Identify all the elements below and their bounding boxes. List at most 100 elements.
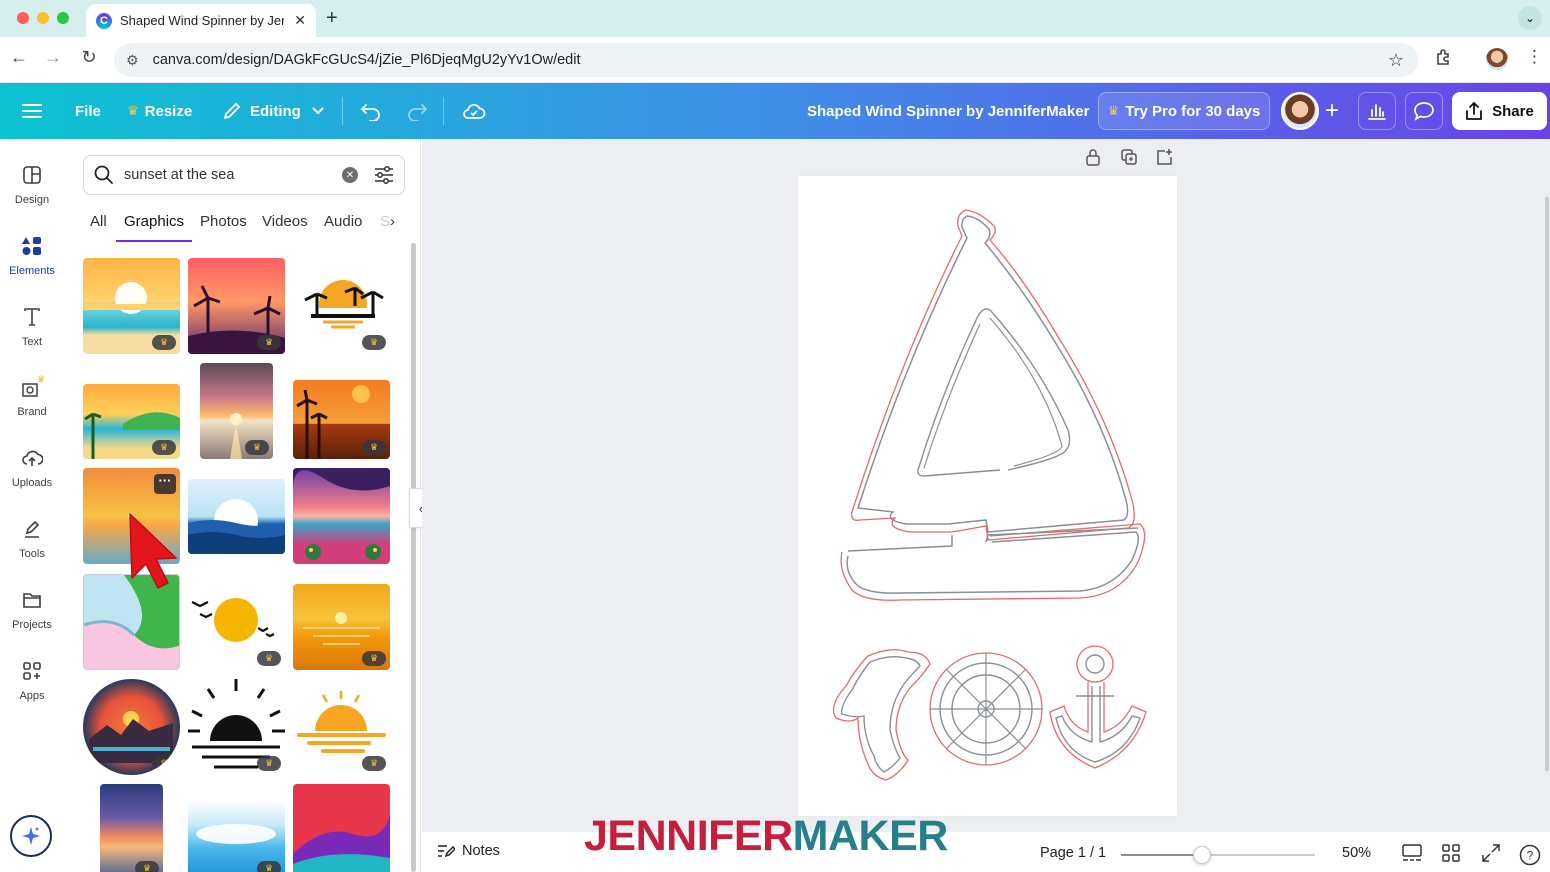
cloud-upload-icon <box>21 445 43 471</box>
graphic-thumbnail[interactable]: ♛ <box>293 380 390 459</box>
graphic-thumbnail[interactable]: ♛ <box>293 584 390 670</box>
file-menu-button[interactable]: File <box>75 83 101 139</box>
filter-sliders-icon[interactable] <box>374 166 394 188</box>
rail-item-brand[interactable]: ♛ Brand <box>0 374 64 436</box>
graphic-thumbnail[interactable]: ♛ <box>200 363 273 459</box>
toolbar-divider <box>443 97 444 125</box>
tab-audio[interactable]: Audio <box>324 213 362 230</box>
graphic-thumbnail[interactable]: ♛ <box>293 258 390 354</box>
tab-all[interactable]: All <box>90 213 107 230</box>
minimize-window-button[interactable] <box>37 12 49 24</box>
graphic-thumbnail[interactable]: ♛ <box>188 679 285 775</box>
rail-item-projects[interactable]: Projects <box>0 587 64 649</box>
graphic-thumbnail[interactable]: ♛ <box>100 784 163 872</box>
rail-label: Uploads <box>11 477 53 489</box>
canvas-scrollbar[interactable] <box>1545 197 1549 771</box>
pro-crown-badge: ♛ <box>362 335 386 350</box>
graphic-thumbnail[interactable]: ♛ <box>293 689 390 775</box>
address-bar[interactable]: ⚙ canva.com/design/DAGkFcGUcS4/jZie_Pl6D… <box>114 43 1418 77</box>
editor-top-bar: File ♛ Resize Editing Shaped Wind Spinne… <box>0 83 1550 139</box>
user-avatar[interactable] <box>1281 92 1319 130</box>
graphic-thumbnail[interactable]: ♛ <box>188 800 285 872</box>
new-tab-button[interactable]: + <box>326 7 338 30</box>
document-title[interactable]: Shaped Wind Spinner by JenniferMaker <box>807 83 1089 139</box>
graphic-thumbnail[interactable]: ♛ <box>83 384 180 459</box>
redo-icon[interactable] <box>406 83 436 139</box>
more-options-icon[interactable]: ··· <box>154 474 176 494</box>
bookmark-star-icon[interactable]: ☆ <box>1388 50 1404 71</box>
rail-item-apps[interactable]: Apps <box>0 658 64 720</box>
graphic-thumbnail[interactable] <box>293 784 390 872</box>
graphic-thumbnail[interactable]: ♛ <box>83 679 180 775</box>
browser-profile-avatar[interactable] <box>1486 48 1508 70</box>
back-arrow-icon[interactable]: ← <box>6 47 32 68</box>
magic-sparkle-button[interactable] <box>10 815 52 857</box>
extensions-puzzle-icon[interactable] <box>1434 47 1454 72</box>
comments-icon[interactable] <box>1405 92 1443 130</box>
graphic-thumbnail[interactable]: ♛ <box>188 574 285 670</box>
browser-menu-icon[interactable]: ⋮ <box>1526 47 1543 67</box>
lock-icon[interactable] <box>1085 148 1101 171</box>
clear-search-icon[interactable]: ✕ <box>342 167 358 183</box>
tab-partial[interactable]: S <box>380 213 390 230</box>
share-button[interactable]: Share <box>1452 92 1547 130</box>
rail-item-text[interactable]: Text <box>0 304 64 366</box>
share-upload-icon <box>1466 102 1483 120</box>
graphic-thumbnail[interactable] <box>188 479 285 554</box>
rail-item-uploads[interactable]: Uploads <box>0 445 64 507</box>
apps-icon <box>22 658 42 684</box>
zoom-percentage[interactable]: 50% <box>1342 845 1371 861</box>
close-tab-icon[interactable]: ✕ <box>294 12 306 29</box>
graphic-thumbnail[interactable]: ♛ <box>83 258 180 354</box>
zoom-slider[interactable] <box>1121 846 1315 864</box>
undo-icon[interactable] <box>360 83 390 139</box>
rail-item-tools[interactable]: Tools <box>0 516 64 578</box>
folder-icon <box>22 587 42 613</box>
tab-search-chevron-icon[interactable]: ⌄ <box>1518 6 1542 30</box>
reload-icon[interactable]: ↻ <box>76 47 102 68</box>
site-settings-icon[interactable]: ⚙ <box>126 52 139 69</box>
cloud-saved-icon[interactable] <box>462 83 494 139</box>
tab-videos[interactable]: Videos <box>262 213 308 230</box>
tab-photos[interactable]: Photos <box>200 213 247 230</box>
graphic-thumbnail[interactable] <box>293 468 390 564</box>
pro-crown-badge: ♛ <box>362 651 386 666</box>
resize-button[interactable]: ♛ Resize <box>127 83 192 139</box>
pro-crown-icon: ♛ <box>127 103 139 118</box>
wind-spinner-cut-design[interactable] <box>798 176 1177 816</box>
tab-graphics[interactable]: Graphics <box>124 213 184 230</box>
browser-toolbar: ← → ↻ ⚙ canva.com/design/DAGkFcGUcS4/jZi… <box>0 37 1550 83</box>
panel-scrollbar[interactable] <box>411 243 416 872</box>
graphic-thumbnail[interactable]: ♛ <box>188 258 285 354</box>
add-page-icon[interactable] <box>1155 148 1173 171</box>
browser-tab-active[interactable]: C Shaped Wind Spinner by Jen ✕ <box>86 4 316 37</box>
notes-button[interactable]: Notes <box>437 843 500 859</box>
pro-crown-badge: ♛ <box>245 440 269 455</box>
try-pro-button[interactable]: ♛ Try Pro for 30 days <box>1098 92 1270 130</box>
rail-item-design[interactable]: Design <box>0 162 64 224</box>
close-window-button[interactable] <box>17 12 29 24</box>
elements-panel: sunset at the sea ✕ All Graphics Photos … <box>64 139 421 872</box>
forward-arrow-icon[interactable]: → <box>40 47 66 68</box>
browser-tab-title: Shaped Wind Spinner by Jen <box>120 13 284 28</box>
anchor-cutline <box>1049 682 1147 769</box>
main-menu-hamburger-icon[interactable] <box>22 83 50 139</box>
page-indicator[interactable]: Page 1 / 1 <box>1040 845 1106 861</box>
insights-chart-icon[interactable] <box>1358 92 1396 130</box>
invite-plus-icon[interactable]: + <box>1316 92 1348 130</box>
left-side-rail: Design Elements Text ♛ Brand Uploads Too… <box>0 139 64 872</box>
maximize-window-button[interactable] <box>57 12 69 24</box>
rail-item-elements[interactable]: Elements <box>0 233 64 295</box>
shapes-icon <box>21 233 43 259</box>
pro-crown-icon: ♛ <box>1107 103 1120 118</box>
help-button[interactable]: ? <box>1519 844 1541 871</box>
editing-mode-button[interactable]: Editing <box>222 83 333 139</box>
notes-icon <box>438 845 455 858</box>
grid-view-icon[interactable] <box>1442 844 1460 867</box>
search-input[interactable]: sunset at the sea ✕ <box>83 155 405 195</box>
fullscreen-expand-icon[interactable] <box>1482 844 1500 867</box>
design-page[interactable] <box>798 176 1177 816</box>
duplicate-page-icon[interactable] <box>1120 148 1138 171</box>
tabs-scroll-chevron-icon[interactable]: › <box>390 213 395 230</box>
pages-view-icon[interactable] <box>1402 844 1422 867</box>
